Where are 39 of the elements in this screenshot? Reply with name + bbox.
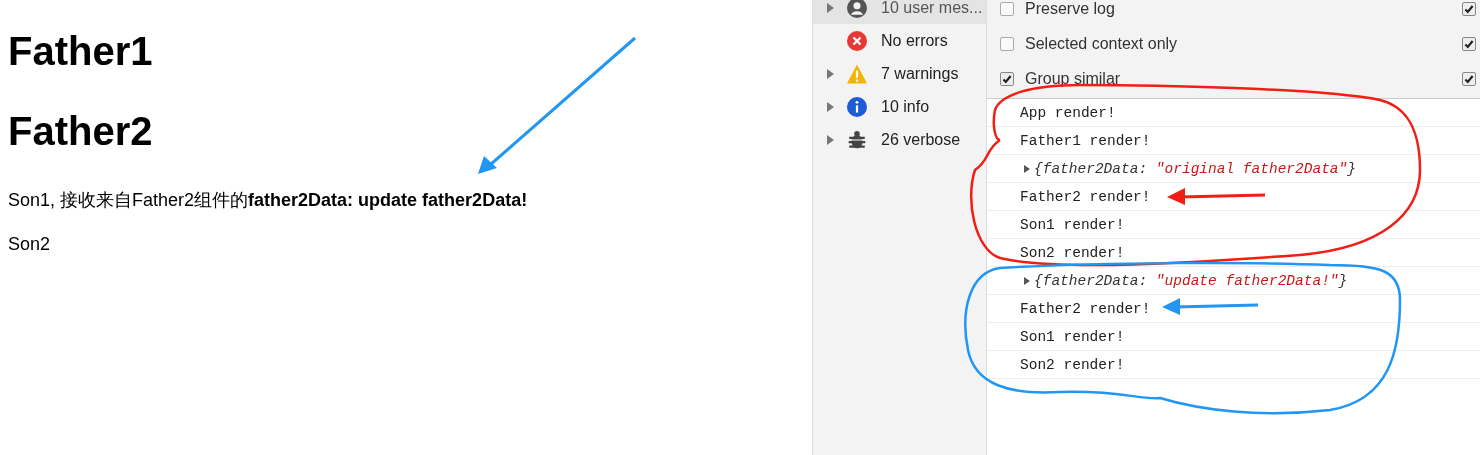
checkbox[interactable] [1000,36,1014,51]
checkbox-label: Selected context only [1025,34,1178,53]
heading: Father2 [8,108,154,155]
expand-icon[interactable] [1024,276,1030,285]
user-icon [847,0,867,18]
sidebar-item[interactable]: No errors [813,24,986,57]
error-icon [847,30,867,51]
expand-icon[interactable] [826,68,834,79]
console-message: App render! [1020,104,1116,121]
info-icon [847,96,867,117]
checkbox[interactable] [1462,71,1476,86]
console-message: Son2 render! [1020,244,1125,261]
console-message: Father2 render! [1020,300,1151,317]
checkbox[interactable] [1462,36,1476,51]
checkbox[interactable] [1000,1,1014,16]
checkbox-label: Preserve log [1025,0,1115,18]
console-message: Father2 render! [1020,188,1151,205]
console-message: Son1 render! [1020,328,1125,345]
object-preview[interactable]: {father2Data: "update father2Data!"} [1034,272,1348,289]
bug-icon [847,129,867,150]
sidebar-item[interactable]: 10 info [813,90,986,123]
expand-icon[interactable] [826,134,834,145]
checkbox-label: Group similar [1025,69,1121,88]
object-preview[interactable]: {father2Data: "original father2Data"} [1034,160,1356,177]
heading: Father1 [8,28,154,75]
expand-icon[interactable] [826,2,834,13]
checkbox[interactable] [1000,71,1014,86]
console-message: Son2 render! [1020,356,1125,373]
sidebar-item[interactable]: 10 user mes... [813,0,986,24]
checkbox[interactable] [1462,1,1476,16]
expand-icon[interactable] [1024,164,1030,173]
paragraph: Son1, 接收来自Father2组件的father2Data: update father2Data! [8,189,529,212]
warning-icon [847,63,867,84]
expand-icon[interactable] [826,101,834,112]
paragraph: Son2 [8,233,52,256]
sidebar-item[interactable]: 26 verbose [813,123,986,156]
console-message: Son1 render! [1020,216,1125,233]
sidebar-item[interactable]: 7 warnings [813,57,986,90]
console-message: Father1 render! [1020,132,1151,149]
